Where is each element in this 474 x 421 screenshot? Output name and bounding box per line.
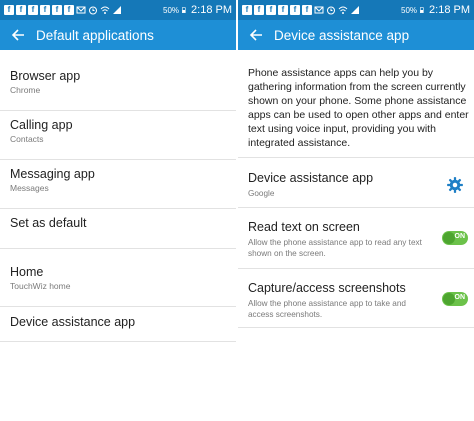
status-right: 50% 2:18 PM [401, 4, 470, 16]
toggle-label: ON [454, 233, 466, 240]
divider [0, 159, 236, 160]
app-bar: Default applications [0, 20, 236, 50]
item-title: Set as default [10, 216, 87, 230]
page-title: Default applications [36, 27, 154, 43]
alarm-icon [327, 6, 335, 15]
item-subtitle: TouchWiz home [10, 281, 71, 291]
setting-subtitle: Allow the phone assistance app to take a… [248, 299, 406, 319]
divider [0, 110, 236, 111]
status-bar: f f f f f f 50% 2:18 PM [238, 0, 474, 20]
divider [238, 327, 474, 328]
back-arrow-icon [11, 29, 24, 41]
item-title: Browser app [10, 69, 81, 83]
toggle-knob [443, 232, 455, 244]
setting-read-text-on-screen[interactable]: Read text on screen Allow the phone assi… [248, 219, 470, 259]
setting-title: Device assistance app [248, 171, 374, 185]
list-item-device-assistance-app[interactable]: Device assistance app [0, 314, 236, 330]
back-arrow-icon [249, 29, 262, 41]
signal-icon [113, 6, 121, 14]
divider [0, 248, 236, 249]
divider [0, 306, 236, 307]
item-title: Calling app [10, 118, 73, 132]
notification-icons: f f f f f f [4, 5, 163, 15]
clock: 2:18 PM [429, 4, 470, 16]
back-button[interactable] [246, 25, 266, 45]
facebook-icon: f [302, 5, 312, 15]
divider [238, 157, 474, 158]
facebook-icon: f [64, 5, 74, 15]
toggle-label: ON [454, 294, 466, 301]
signal-icon [351, 6, 359, 14]
list-item-browser-app[interactable]: Browser app Chrome [0, 68, 236, 96]
status-right: 50% 2:18 PM [163, 4, 232, 16]
battery-percent: 50% [163, 5, 180, 15]
status-bar: f f f f f f 50% 2:18 PM [0, 0, 236, 20]
toggle-knob [443, 293, 455, 305]
facebook-icon: f [290, 5, 300, 15]
battery-percent: 50% [401, 5, 418, 15]
item-subtitle: Chrome [10, 85, 41, 95]
list-item-messaging-app[interactable]: Messaging app Messages [0, 166, 236, 194]
mail-icon [314, 6, 324, 14]
list-item-set-as-default[interactable]: Set as default [0, 215, 236, 231]
item-title: Home [10, 265, 44, 279]
setting-title: Read text on screen [248, 220, 360, 234]
divider [0, 341, 236, 342]
wifi-icon [100, 6, 110, 14]
item-title: Device assistance app [10, 315, 136, 329]
capture-screenshots-toggle[interactable]: ON [442, 292, 468, 306]
item-title: Messaging app [10, 167, 95, 181]
app-bar: Device assistance app [238, 20, 474, 50]
item-subtitle: Contacts [10, 134, 44, 144]
battery-icon [182, 7, 186, 13]
gear-icon[interactable] [446, 176, 464, 194]
facebook-icon: f [40, 5, 50, 15]
facebook-icon: f [266, 5, 276, 15]
back-button[interactable] [8, 25, 28, 45]
page-title: Device assistance app [274, 27, 410, 43]
facebook-icon: f [16, 5, 26, 15]
facebook-icon: f [52, 5, 62, 15]
facebook-icon: f [278, 5, 288, 15]
alarm-icon [89, 6, 97, 15]
setting-title: Capture/access screenshots [248, 281, 406, 295]
mail-icon [76, 6, 86, 14]
divider [238, 207, 474, 208]
wifi-icon [338, 6, 348, 14]
facebook-icon: f [254, 5, 264, 15]
notification-icons: f f f f f f [242, 5, 401, 15]
list-item-calling-app[interactable]: Calling app Contacts [0, 117, 236, 145]
list-item-home[interactable]: Home TouchWiz home [0, 264, 236, 292]
device-assistance-app-screen: f f f f f f 50% 2:18 PM Device assistanc… [238, 0, 474, 421]
default-applications-screen: f f f f f f 50% 2:18 PM Default applicat… [0, 0, 236, 421]
divider [238, 268, 474, 269]
battery-icon [420, 7, 424, 13]
facebook-icon: f [4, 5, 14, 15]
setting-subtitle: Allow the phone assistance app to read a… [248, 238, 422, 258]
assistance-description: Phone assistance apps can help you by ga… [248, 67, 469, 149]
item-subtitle: Messages [10, 183, 49, 193]
setting-device-assistance-app[interactable]: Device assistance app Google [248, 170, 470, 199]
setting-capture-screenshots[interactable]: Capture/access screenshots Allow the pho… [248, 280, 470, 320]
facebook-icon: f [28, 5, 38, 15]
read-text-toggle[interactable]: ON [442, 231, 468, 245]
facebook-icon: f [242, 5, 252, 15]
clock: 2:18 PM [191, 4, 232, 16]
setting-subtitle: Google [248, 189, 275, 198]
divider [0, 208, 236, 209]
